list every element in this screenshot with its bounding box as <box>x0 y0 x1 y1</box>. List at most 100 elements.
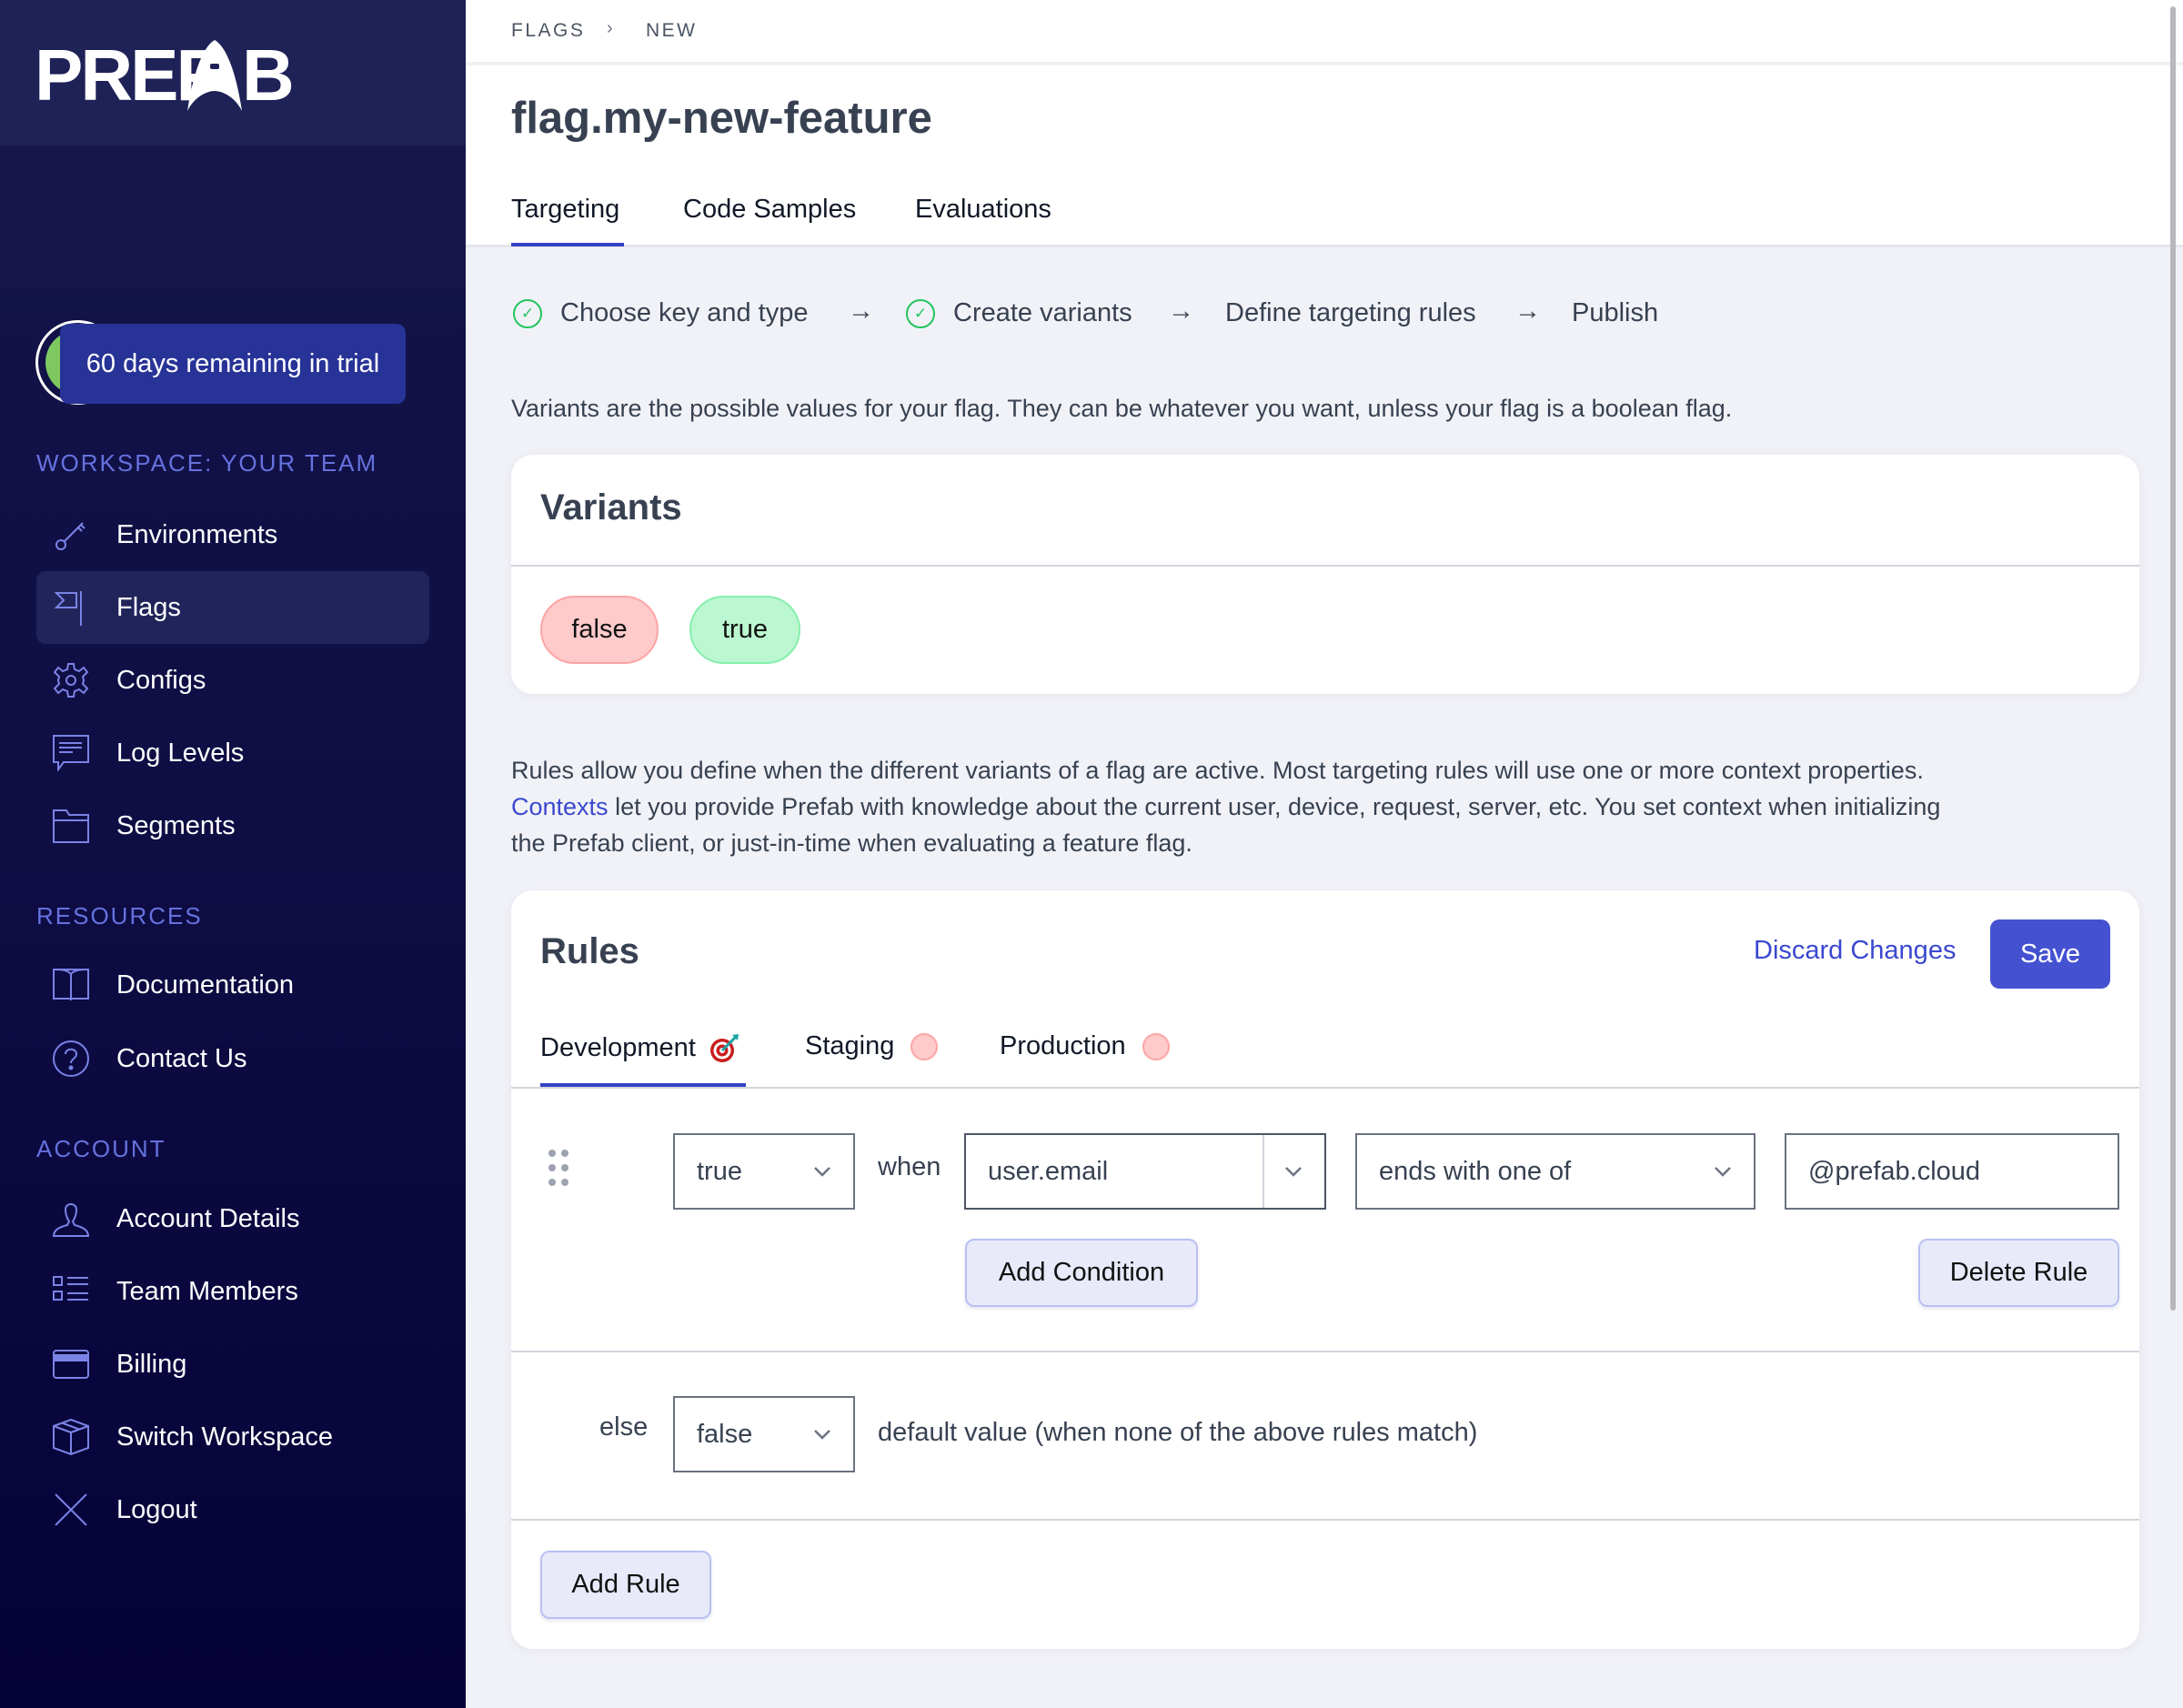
match-value-input[interactable]: @prefab.cloud <box>1785 1133 2119 1210</box>
logo-area: PREF B <box>0 0 466 146</box>
sidebar-item-configs[interactable]: Configs <box>36 644 429 717</box>
rules-card: Rules Discard Changes Save Development S… <box>511 890 2139 1649</box>
variant-pill-false[interactable]: false <box>540 596 659 664</box>
sidebar-item-label: Documentation <box>116 970 295 1000</box>
rules-intro-line2: Contexts let you provide Prefab with kno… <box>511 789 1940 825</box>
arrow-right-icon: → <box>1168 296 1194 326</box>
scrollbar[interactable] <box>2170 6 2176 1311</box>
sidebar-item-label: Contact Us <box>116 1043 247 1073</box>
rule-value-select[interactable]: true <box>673 1133 855 1210</box>
sidebar-item-label: Billing <box>116 1349 187 1379</box>
contexts-link[interactable]: Contexts <box>511 793 609 820</box>
when-label: when <box>878 1152 941 1181</box>
active-tab-indicator <box>511 243 624 246</box>
chat-icon <box>53 735 89 771</box>
sidebar-item-logout[interactable]: Logout <box>36 1473 429 1546</box>
prefab-logo[interactable]: PREF B <box>35 35 307 111</box>
tab-evaluations[interactable]: Evaluations <box>915 195 1051 225</box>
trial-remaining-button[interactable]: 60 days remaining in trial <box>60 324 406 404</box>
user-profile[interactable]: AY Andrew Yip YOUR TEAM <box>0 146 466 405</box>
delete-rule-button[interactable]: Delete Rule <box>1918 1239 2119 1307</box>
operator-select[interactable]: ends with one of <box>1355 1133 1755 1210</box>
variants-card: Variants false true <box>511 455 2139 694</box>
add-rule-button[interactable]: Add Rule <box>540 1551 711 1619</box>
save-button[interactable]: Save <box>1990 919 2110 989</box>
page-header: flag.my-new-feature Targeting Code Sampl… <box>466 65 2183 247</box>
sidebar-item-log-levels[interactable]: Log Levels <box>36 717 429 789</box>
else-label: else <box>599 1412 649 1442</box>
step-publish[interactable]: Publish <box>1572 298 1658 328</box>
chevron-down-icon <box>1715 1167 1731 1177</box>
sidebar-item-segments[interactable]: Segments <box>36 789 429 862</box>
breadcrumb-new: NEW <box>646 20 698 41</box>
sidebar-item-team-members[interactable]: Team Members <box>36 1255 429 1328</box>
env-tab-production[interactable]: Production <box>1000 1031 1170 1061</box>
env-tab-label: Production <box>1000 1031 1126 1060</box>
property-combobox[interactable]: user.email <box>964 1133 1326 1210</box>
sidebar-item-documentation[interactable]: Documentation <box>36 949 429 1021</box>
sidebar-item-billing[interactable]: Billing <box>36 1328 429 1401</box>
x-icon <box>55 1493 87 1526</box>
gear-icon <box>53 663 89 698</box>
sidebar-item-label: Account Details <box>116 1203 300 1233</box>
rules-title: Rules <box>540 931 639 971</box>
arrow-right-icon: → <box>1514 296 1541 326</box>
chevron-down-icon[interactable] <box>1283 1160 1304 1182</box>
credit-card-icon <box>53 1350 89 1379</box>
step-define-targeting[interactable]: Define targeting rules <box>1225 298 1476 328</box>
sidebar-item-contact-us[interactable]: Contact Us <box>36 1022 429 1095</box>
target-icon <box>709 1034 739 1062</box>
divider <box>511 1087 2139 1089</box>
default-value-description: default value (when none of the above ru… <box>878 1418 1478 1447</box>
workspace-heading: WORKSPACE: YOUR TEAM <box>36 449 378 477</box>
step-choose-key[interactable]: ✓ Choose key and type <box>513 298 808 328</box>
breadcrumb-flags[interactable]: FLAGS <box>511 20 585 42</box>
sidebar-item-environments[interactable]: Environments <box>36 498 429 571</box>
env-tab-staging[interactable]: Staging <box>805 1031 939 1061</box>
rules-intro-line3: the Prefab client, or just-in-time when … <box>511 829 1192 857</box>
variant-pill-true[interactable]: true <box>689 596 800 664</box>
user-icon <box>53 1203 89 1237</box>
book-icon <box>53 969 89 1000</box>
sidebar-item-account-details[interactable]: Account Details <box>36 1182 429 1255</box>
chevron-down-icon <box>814 1430 830 1440</box>
step-label: Choose key and type <box>560 298 809 327</box>
sidebar-item-label: Switch Workspace <box>116 1422 333 1452</box>
main-content: FLAGS › NEW flag.my-new-feature Targetin… <box>466 0 2183 1708</box>
step-label: Define targeting rules <box>1225 298 1476 327</box>
resources-heading: RESOURCES <box>36 902 203 929</box>
sidebar-item-label: Environments <box>116 519 278 549</box>
env-tab-label: Development <box>540 1032 696 1062</box>
default-value-select[interactable]: false <box>673 1396 855 1472</box>
step-create-variants[interactable]: ✓ Create variants <box>906 298 1132 328</box>
chevron-down-icon <box>814 1167 830 1177</box>
variants-description: Variants are the possible values for you… <box>511 395 1733 422</box>
env-tab-development[interactable]: Development <box>540 1031 741 1064</box>
sidebar-item-label: Configs <box>116 665 206 695</box>
sidebar-item-flags[interactable]: Flags <box>36 571 429 644</box>
sidebar-item-label: Segments <box>116 810 236 840</box>
combobox-value: user.email <box>988 1156 1109 1186</box>
sidebar-item-label: Flags <box>116 592 181 622</box>
key-icon <box>55 522 86 550</box>
breadcrumb: FLAGS › NEW <box>466 0 2183 64</box>
tab-code-samples[interactable]: Code Samples <box>683 195 856 225</box>
select-value: false <box>697 1419 753 1449</box>
combobox-separator <box>1263 1135 1264 1208</box>
divider <box>511 565 2139 567</box>
tab-targeting[interactable]: Targeting <box>511 195 619 225</box>
drag-handle-icon[interactable] <box>546 1147 573 1192</box>
page-title: flag.my-new-feature <box>511 94 932 143</box>
sidebar-item-label: Log Levels <box>116 738 245 768</box>
rules-intro-line1: Rules allow you define when the differen… <box>511 757 1924 784</box>
check-circle-icon: ✓ <box>906 298 935 328</box>
flag-icon <box>54 591 82 626</box>
sidebar-item-switch-workspace[interactable]: Switch Workspace <box>36 1401 429 1473</box>
folder-icon <box>53 809 89 843</box>
cube-icon <box>53 1419 89 1455</box>
add-condition-button[interactable]: Add Condition <box>965 1239 1198 1307</box>
help-icon <box>53 1040 89 1077</box>
discard-changes-button[interactable]: Discard Changes <box>1754 936 1956 966</box>
arrow-right-icon: → <box>848 296 874 326</box>
sidebar-item-label: Team Members <box>116 1276 298 1306</box>
